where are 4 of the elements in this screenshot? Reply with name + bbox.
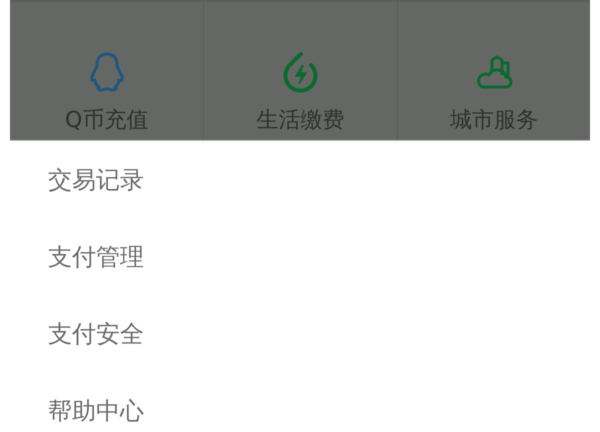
menu-item[interactable]: 支付管理 [48,242,144,272]
menu-item[interactable]: 帮助中心 [48,396,144,426]
menu-item[interactable]: 支付安全 [48,318,144,348]
menu-item[interactable]: 交易记录 [48,164,144,194]
